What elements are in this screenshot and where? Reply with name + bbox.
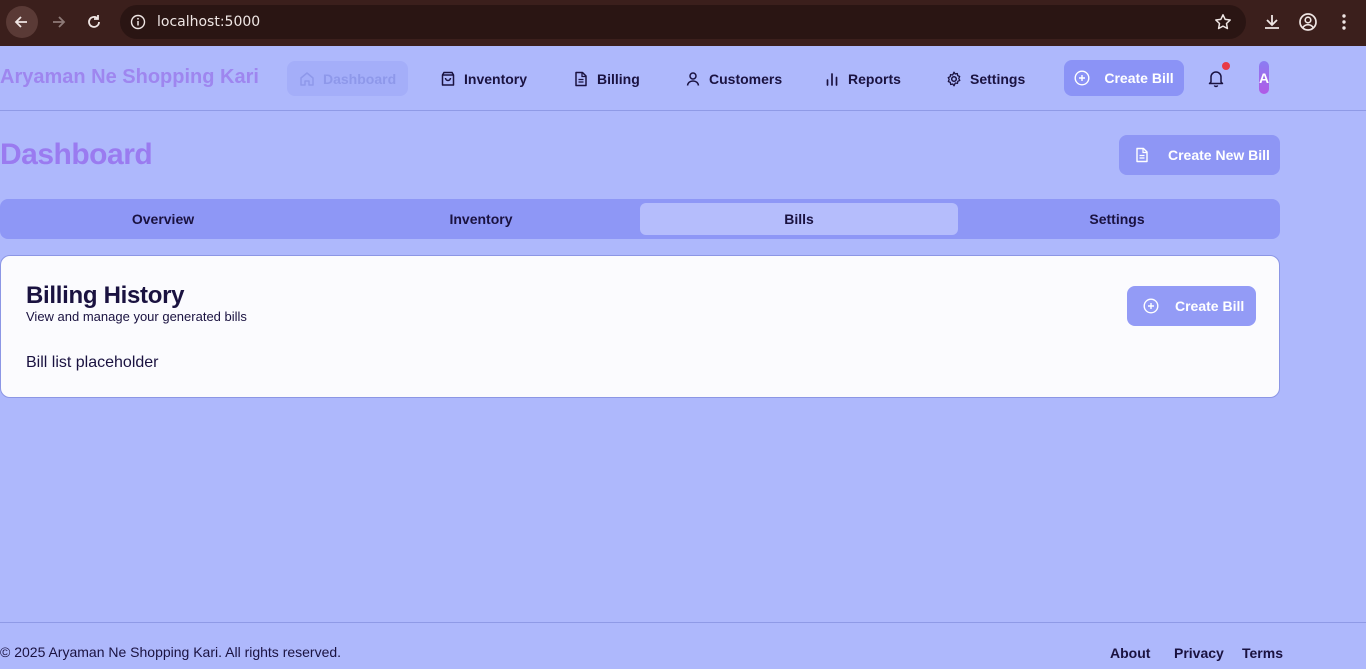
billing-history-card: Billing History View and manage your gen… — [0, 255, 1280, 398]
bookmark-star-icon[interactable] — [1214, 13, 1232, 36]
page-title: Dashboard — [0, 138, 153, 171]
forward-button[interactable] — [42, 6, 74, 38]
tab-overview[interactable]: Overview — [4, 203, 322, 235]
card-subtitle: View and manage your generated bills — [26, 309, 247, 324]
nav-inventory[interactable]: Inventory — [440, 61, 527, 96]
create-new-bill-label: Create New Bill — [1168, 147, 1270, 163]
download-icon[interactable] — [1261, 11, 1283, 33]
address-bar[interactable]: localhost:5000 — [120, 5, 1246, 39]
nav-reports[interactable]: Reports — [824, 61, 901, 96]
url-text: localhost:5000 — [157, 14, 261, 30]
tab-settings[interactable]: Settings — [958, 203, 1276, 235]
copyright-text: © 2025 Aryaman Ne Shopping Kari. All rig… — [0, 644, 342, 660]
avatar[interactable]: A — [1259, 61, 1269, 94]
notification-badge — [1222, 62, 1230, 70]
header-create-bill-button[interactable]: Create Bill — [1064, 60, 1184, 96]
bar-chart-icon — [826, 72, 838, 86]
footer-link-about[interactable]: About — [1110, 645, 1150, 661]
nav-label: Reports — [848, 70, 901, 87]
arrow-right-icon — [53, 16, 66, 28]
back-button[interactable] — [6, 6, 38, 38]
document-icon — [1136, 147, 1148, 163]
gear-icon — [947, 71, 961, 86]
card-create-label: Create Bill — [1175, 298, 1245, 314]
nav-label: Settings — [970, 70, 1026, 87]
document-icon — [575, 71, 587, 86]
card-create-bill-button[interactable]: Create Bill — [1127, 286, 1256, 326]
create-bill-label: Create Bill — [1104, 70, 1174, 86]
arrow-left-icon — [14, 16, 27, 28]
create-new-bill-button[interactable]: Create New Bill — [1119, 135, 1280, 175]
tab-inventory[interactable]: Inventory — [322, 203, 640, 235]
footer-link-privacy[interactable]: Privacy — [1174, 645, 1224, 661]
tab-bills[interactable]: Bills — [640, 203, 958, 235]
home-icon — [300, 71, 314, 86]
profile-icon[interactable] — [1297, 11, 1319, 33]
nav-label: Inventory — [464, 70, 528, 87]
nav-billing[interactable]: Billing — [573, 61, 640, 96]
footer: © 2025 Aryaman Ne Shopping Kari. All rig… — [0, 622, 1366, 669]
nav-label: Billing — [597, 70, 640, 87]
plus-circle-icon — [1074, 70, 1090, 86]
notification-bell-icon[interactable] — [1206, 62, 1230, 88]
more-menu-icon[interactable] — [1333, 11, 1355, 33]
plus-circle-icon — [1143, 298, 1159, 314]
reload-icon — [88, 15, 100, 28]
reload-button[interactable] — [78, 6, 110, 38]
site-info-icon[interactable] — [128, 12, 148, 32]
app-header: Aryaman Ne Shopping Kari Dashboard Inven… — [0, 46, 1366, 111]
nav-settings[interactable]: Settings — [946, 61, 1025, 96]
avatar-initial: A — [1258, 69, 1270, 86]
shopping-bag-icon — [441, 71, 455, 86]
browser-toolbar: localhost:5000 — [0, 0, 1366, 46]
nav-customers[interactable]: Customers — [685, 61, 782, 96]
nav-label: Customers — [709, 70, 783, 87]
card-title: Billing History — [26, 282, 185, 309]
nav-dashboard[interactable]: Dashboard — [287, 61, 409, 96]
user-icon — [686, 71, 700, 86]
dashboard-tabs: Overview Inventory Bills Settings — [0, 199, 1280, 239]
brand-logo[interactable]: Aryaman Ne Shopping Kari — [0, 66, 259, 89]
bill-list-placeholder: Bill list placeholder — [26, 354, 159, 371]
nav-label: Dashboard — [323, 70, 397, 87]
footer-link-terms[interactable]: Terms — [1242, 645, 1283, 661]
